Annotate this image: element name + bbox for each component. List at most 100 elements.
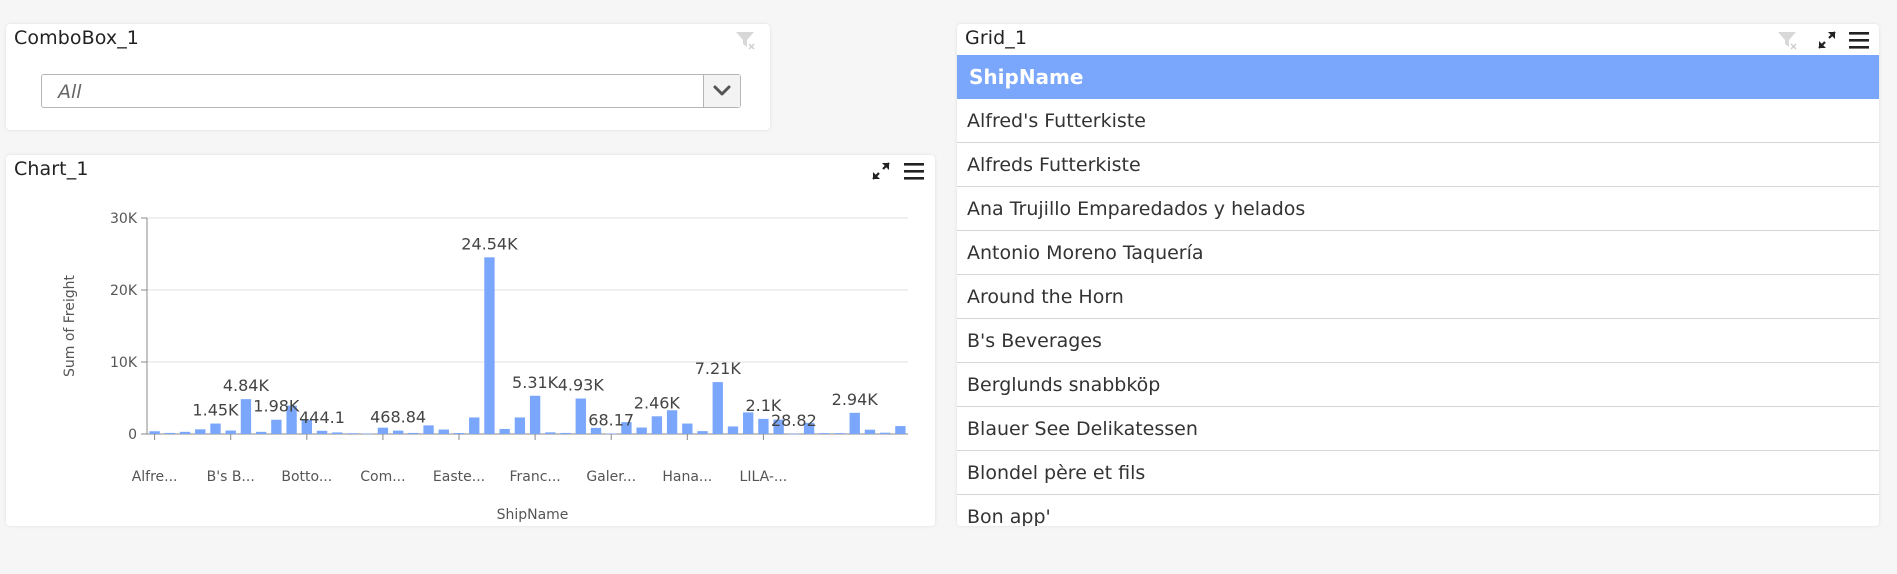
y-tick-label: 30K — [110, 211, 138, 227]
bar — [636, 427, 647, 434]
grid-column-header[interactable]: ShipName — [957, 55, 1879, 99]
bar — [149, 431, 160, 434]
freight-bar-chart: 0 10K 20K 30K Alfre... B's B... Botto... Com...… — [62, 211, 908, 523]
bar — [682, 423, 693, 434]
table-cell: B's Beverages — [967, 330, 1102, 352]
bar — [529, 395, 541, 434]
bar — [651, 416, 663, 434]
bar — [834, 433, 845, 434]
data-label: 7.21K — [695, 359, 742, 378]
menu-icon[interactable] — [1846, 27, 1872, 53]
chart-panel: Chart_1 0 10K 20K 30K Alfre... B's B... Botto.… — [6, 155, 935, 526]
table-row[interactable]: Ana Trujillo Emparedados y helados — [957, 187, 1879, 231]
table-cell: Around the Horn — [967, 286, 1124, 308]
data-label: 24.54K — [461, 234, 518, 253]
combobox-value: All — [58, 81, 82, 103]
bar — [408, 432, 419, 434]
bar — [271, 419, 282, 434]
grid-body: Alfred's Futterkiste Alfreds Futterkiste… — [957, 99, 1879, 526]
bar — [712, 382, 723, 434]
bar — [819, 433, 830, 434]
filter-icon[interactable] — [734, 29, 756, 51]
x-tick-label: LILA-... — [740, 469, 788, 485]
bar — [179, 431, 191, 434]
combobox-dropdown-button[interactable] — [703, 75, 740, 107]
bar — [362, 433, 373, 435]
data-label: 68.17 — [588, 411, 634, 430]
data-label: 2.94K — [832, 390, 879, 409]
table-cell: Antonio Moreno Taquería — [967, 242, 1204, 264]
table-cell: Berglunds snabbköp — [967, 374, 1161, 396]
bar — [788, 433, 800, 435]
x-tick-label: Galer... — [586, 469, 636, 485]
bar — [514, 417, 526, 434]
bar — [499, 428, 510, 434]
x-tick-label: Alfre... — [132, 469, 178, 485]
grid-column-header-label: ShipName — [969, 65, 1084, 89]
bar — [697, 431, 708, 434]
filter-icon[interactable] — [1776, 29, 1798, 51]
data-label: 5.31K — [512, 373, 559, 392]
bar — [392, 430, 404, 434]
bar — [545, 432, 556, 434]
data-label: 4.93K — [558, 376, 605, 395]
table-cell: Alfreds Futterkiste — [967, 154, 1141, 176]
bar — [255, 431, 267, 434]
bar — [879, 432, 891, 434]
data-label: 4.84K — [223, 376, 270, 395]
table-row[interactable]: Bon app' — [957, 495, 1879, 526]
y-axis-title: Sum of Freight — [62, 274, 78, 377]
data-label: 2.46K — [634, 393, 681, 412]
grid-panel: Grid_1 ShipName Alfred's Futterkiste Alf… — [957, 24, 1879, 526]
data-label: 468.84 — [370, 408, 426, 427]
table-cell: Ana Trujillo Emparedados y helados — [967, 198, 1306, 220]
data-label: 1.45K — [192, 401, 239, 420]
bar — [484, 257, 495, 434]
table-cell: Blauer See Delikatessen — [967, 418, 1198, 440]
bar — [666, 410, 678, 434]
bar — [377, 427, 389, 434]
table-cell: Blondel père et fils — [967, 462, 1146, 484]
x-tick-label: Com... — [360, 469, 405, 485]
bar — [210, 423, 221, 434]
table-row[interactable]: B's Beverages — [957, 319, 1879, 363]
bar — [347, 433, 358, 434]
expand-icon[interactable] — [1814, 27, 1840, 53]
x-tick-label: B's B... — [207, 469, 255, 485]
grid-panel-title: Grid_1 — [965, 27, 1028, 49]
x-tick-label: Franc... — [509, 469, 560, 485]
bar — [575, 398, 586, 434]
bar — [469, 417, 480, 434]
combobox-select[interactable]: All — [41, 74, 741, 108]
table-row[interactable]: Berglunds snabbköp — [957, 363, 1879, 407]
bar — [727, 426, 739, 434]
bar — [423, 425, 434, 434]
combobox-panel: ComboBox_1 All — [6, 24, 770, 130]
bar — [453, 432, 465, 434]
table-row[interactable]: Blauer See Delikatessen — [957, 407, 1879, 451]
chevron-down-icon — [713, 85, 731, 96]
x-tick-label: Botto... — [281, 469, 332, 485]
bar — [895, 426, 906, 434]
table-cell: Bon app' — [967, 506, 1051, 526]
x-tick-label: Easte... — [433, 469, 485, 485]
combobox-panel-title: ComboBox_1 — [14, 27, 139, 49]
table-cell: Alfred's Futterkiste — [967, 110, 1146, 132]
table-row[interactable]: Around the Horn — [957, 275, 1879, 319]
table-row[interactable]: Alfreds Futterkiste — [957, 143, 1879, 187]
y-tick-label: 10K — [110, 355, 138, 371]
bar — [560, 432, 571, 434]
y-tick-label: 0 — [128, 427, 137, 443]
bar — [164, 432, 176, 434]
bar — [195, 429, 206, 434]
table-row[interactable]: Blondel père et fils — [957, 451, 1879, 495]
bar — [849, 412, 860, 434]
bar — [225, 430, 236, 434]
bar — [743, 412, 754, 434]
bar — [758, 418, 769, 434]
table-row[interactable]: Alfred's Futterkiste — [957, 99, 1879, 143]
x-tick-label: Hana... — [662, 469, 712, 485]
bar — [316, 430, 328, 434]
data-label: 444.1 — [299, 408, 345, 427]
table-row[interactable]: Antonio Moreno Taquería — [957, 231, 1879, 275]
